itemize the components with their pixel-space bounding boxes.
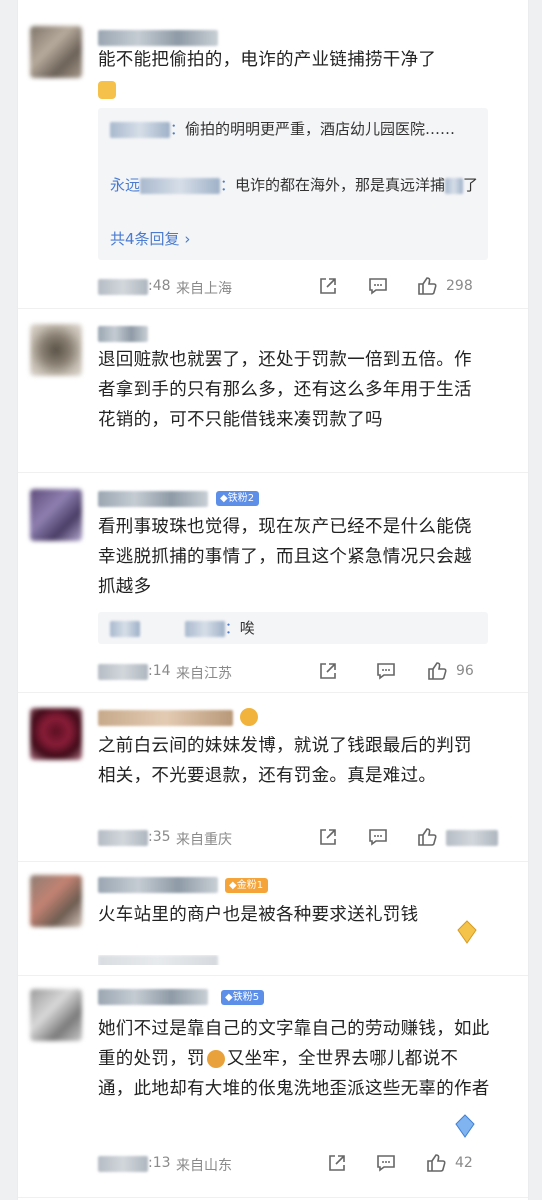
avatar[interactable] <box>30 489 82 541</box>
blue-gem-icon <box>452 1113 478 1139</box>
reply-item[interactable]: ：偷拍的明明更严重，酒店幼儿园医院…… <box>110 116 480 142</box>
timestamp: :48 <box>148 278 171 294</box>
reply-box[interactable]: ：偷拍的明明更严重，酒店幼儿园医院…… 永远 ：电诈的都在海外，那是真远洋捕了 共… <box>98 108 488 260</box>
location: 来自上海 <box>176 281 232 297</box>
gold-gem-icon <box>454 919 480 945</box>
timestamp: :14 <box>148 663 171 679</box>
like-count: 96 <box>456 663 474 679</box>
comment-item: 退回赃款也就罢了，还处于罚款一倍到五倍。作者拿到手的只有那么多，还有这么多年用于… <box>18 310 528 470</box>
comment-text: 能不能把偷拍的，电诈的产业链捕捞干净了 <box>98 45 488 105</box>
share-icon[interactable] <box>317 826 339 848</box>
comment-icon[interactable] <box>375 660 397 682</box>
comment-text: 之前白云间的妹妹发博，就说了钱跟最后的判罚相关，不光要退款，还有罚金。真是难过。 <box>98 736 472 786</box>
diamond-icon: ◆ <box>229 880 237 891</box>
comment-text: 她们不过是靠自己的文字靠自己的劳动赚钱，如此重的处罚，罚 又坐牢，全世界去哪儿都说… <box>98 1019 490 1099</box>
username[interactable] <box>98 30 218 46</box>
like-count <box>446 830 498 846</box>
comment-item: 之前白云间的妹妹发博，就说了钱跟最后的判罚相关，不光要退款，还有罚金。真是难过。… <box>18 694 528 859</box>
avatar[interactable] <box>30 989 82 1041</box>
location: 来自江苏 <box>176 666 232 682</box>
money-bag-icon <box>206 1050 225 1068</box>
like-count: 298 <box>446 278 473 294</box>
reply-item[interactable]: 永远 ：电诈的都在海外，那是真远洋捕了 <box>110 172 480 198</box>
fan-badge: ◆铁粉5 <box>221 990 265 1005</box>
comment-meta: :14 来自江苏 96 <box>98 660 508 684</box>
reply-author[interactable] <box>110 121 170 138</box>
comment-meta: :35 来自重庆 <box>98 826 508 850</box>
chevron-right-icon: › <box>184 230 191 248</box>
reply-author[interactable] <box>140 177 221 194</box>
comment-item: ◆金粉1 火车站里的商户也是被各种要求送礼罚钱 <box>18 863 528 965</box>
diamond-icon: ◆ <box>220 493 228 504</box>
share-icon[interactable] <box>326 1152 348 1174</box>
emoji-icon <box>98 81 116 99</box>
comment-item: 能不能把偷拍的，电诈的产业链捕捞干净了 ：偷拍的明明更严重，酒店幼儿园医院…… … <box>18 0 528 310</box>
comment-item: ◆铁粉5 她们不过是靠自己的文字靠自己的劳动赚钱，如此重的处罚，罚 又坐牢，全世界… <box>18 977 528 1197</box>
avatar[interactable] <box>30 875 82 927</box>
username[interactable] <box>98 710 233 726</box>
fan-badge: ◆铁粉2 <box>216 491 260 506</box>
reply-item[interactable]: ：唉 <box>110 615 480 641</box>
avatar[interactable] <box>30 708 82 760</box>
username[interactable] <box>98 326 148 342</box>
crown-icon <box>240 708 258 726</box>
like-icon[interactable] <box>425 1152 447 1174</box>
more-replies-link[interactable]: 共4条回复 › <box>110 226 190 252</box>
comment-meta: :13 来自山东 42 <box>98 1152 508 1176</box>
diamond-icon: ◆ <box>225 992 233 1003</box>
location: 来自山东 <box>176 1158 232 1174</box>
username[interactable] <box>98 877 218 893</box>
comment-item: ◆铁粉2 看刑事玻珠也觉得，现在灰产已经不是什么能侥幸逃脱抓捕的事情了，而且这个… <box>18 475 528 690</box>
comment-text: 火车站里的商户也是被各种要求送礼罚钱 <box>98 905 419 925</box>
comment-text: 退回赃款也就罢了，还处于罚款一倍到五倍。作者拿到手的只有那么多，还有这么多年用于… <box>98 350 472 430</box>
comment-text: 看刑事玻珠也觉得，现在灰产已经不是什么能侥幸逃脱抓捕的事情了，而且这个紧急情况只… <box>98 517 472 597</box>
like-icon[interactable] <box>416 275 438 297</box>
comment-list: 能不能把偷拍的，电诈的产业链捕捞干净了 ：偷拍的明明更严重，酒店幼儿园医院…… … <box>18 0 528 1200</box>
username[interactable] <box>98 989 208 1005</box>
comment-icon[interactable] <box>375 1152 397 1174</box>
like-icon[interactable] <box>416 826 438 848</box>
avatar[interactable] <box>30 324 82 376</box>
fan-badge: ◆金粉1 <box>225 878 269 893</box>
comment-icon[interactable] <box>367 826 389 848</box>
like-count: 42 <box>455 1155 473 1171</box>
reply-author[interactable] <box>110 620 140 637</box>
share-icon[interactable] <box>317 275 339 297</box>
reply-box[interactable]: ：唉 <box>98 612 488 644</box>
timestamp: :13 <box>148 1155 171 1171</box>
username[interactable] <box>98 491 208 507</box>
like-icon[interactable] <box>426 660 448 682</box>
timestamp: :35 <box>148 829 171 845</box>
comment-meta <box>98 955 508 965</box>
avatar[interactable] <box>30 26 82 78</box>
location: 来自重庆 <box>176 832 232 848</box>
comment-meta: :48 来自上海 298 <box>98 275 508 299</box>
comment-icon[interactable] <box>367 275 389 297</box>
share-icon[interactable] <box>317 660 339 682</box>
